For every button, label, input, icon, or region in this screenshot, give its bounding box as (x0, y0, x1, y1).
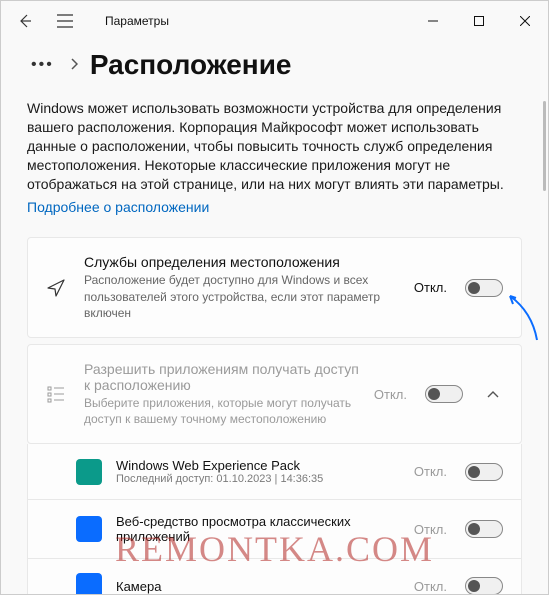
app-state: Откл. (414, 579, 447, 594)
app-last-access: Последний доступ: 01.10.2023 | 14:36:35 (116, 473, 400, 485)
location-arrow-icon (42, 278, 70, 298)
intro-text: Windows может использовать возможности у… (27, 99, 522, 193)
chevron-up-icon[interactable] (483, 390, 503, 398)
app-state: Откл. (414, 464, 447, 479)
app-state: Откл. (414, 522, 447, 537)
app-icon (76, 573, 102, 594)
app-name: Windows Web Experience Pack (116, 458, 400, 473)
chevron-right-icon (70, 57, 78, 73)
app-name: Камера (116, 579, 400, 594)
page-title: Расположение (90, 49, 292, 81)
app-icon (76, 516, 102, 542)
app-row[interactable]: Windows Web Experience PackПоследний дос… (27, 444, 522, 500)
location-services-toggle[interactable] (465, 279, 503, 297)
app-toggle[interactable] (465, 577, 503, 594)
location-services-state: Откл. (414, 280, 447, 295)
app-toggle[interactable] (465, 463, 503, 481)
app-name: Веб-средство просмотра классических прил… (116, 514, 400, 544)
menu-icon[interactable] (55, 11, 75, 31)
breadcrumb: ••• Расположение (27, 49, 522, 81)
maximize-button[interactable] (456, 1, 502, 41)
learn-more-link[interactable]: Подробнее о расположении (27, 199, 209, 215)
app-access-state: Откл. (374, 387, 407, 402)
app-row[interactable]: Камера Откл. (27, 559, 522, 594)
location-services-card[interactable]: Службы определения местоположения Распол… (27, 237, 522, 338)
minimize-button[interactable] (410, 1, 456, 41)
back-button[interactable] (15, 11, 35, 31)
scrollbar[interactable] (543, 101, 546, 191)
app-access-title: Разрешить приложениям получать доступ к … (84, 361, 360, 393)
app-access-card[interactable]: Разрешить приложениям получать доступ к … (27, 344, 522, 444)
titlebar: Параметры (1, 1, 548, 41)
content-area: ••• Расположение Windows может использов… (1, 41, 548, 594)
list-icon (42, 385, 70, 403)
app-row[interactable]: Веб-средство просмотра классических прил… (27, 500, 522, 559)
breadcrumb-overflow-icon[interactable]: ••• (27, 56, 58, 74)
app-access-subtitle: Выберите приложения, которые могут получ… (84, 395, 360, 427)
window-title: Параметры (105, 14, 169, 28)
app-list: Windows Web Experience PackПоследний дос… (27, 444, 522, 594)
location-services-title: Службы определения местоположения (84, 254, 400, 270)
location-services-subtitle: Расположение будет доступно для Windows … (84, 272, 400, 321)
app-access-toggle[interactable] (425, 385, 463, 403)
close-button[interactable] (502, 1, 548, 41)
app-icon (76, 459, 102, 485)
app-toggle[interactable] (465, 520, 503, 538)
